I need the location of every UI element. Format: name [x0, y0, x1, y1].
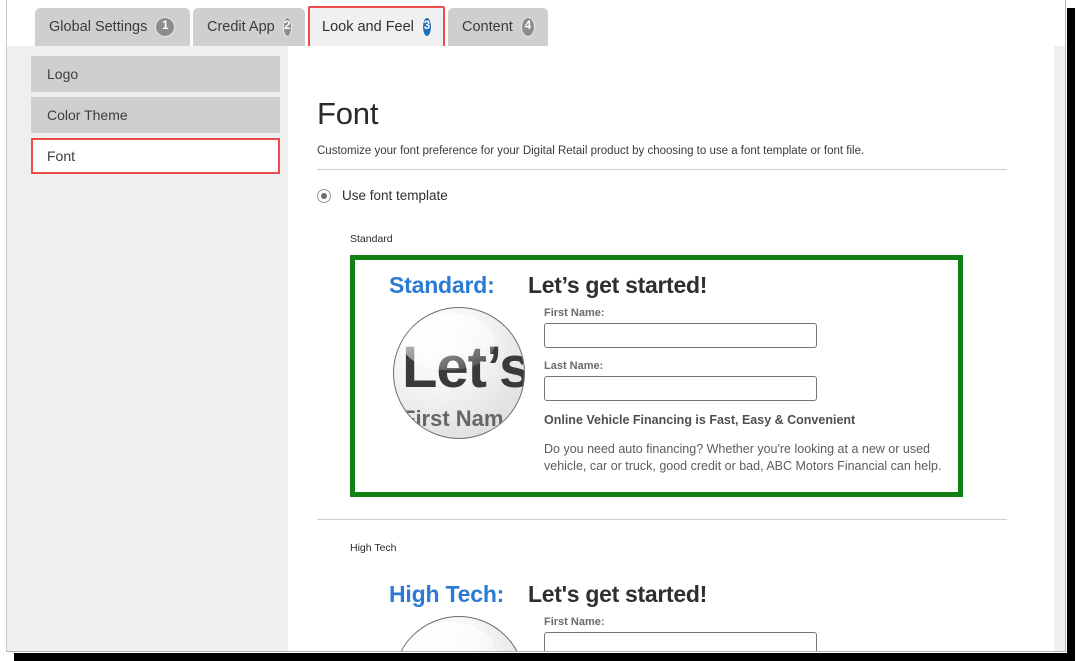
sidebar-item-logo[interactable]: Logo [31, 56, 280, 92]
sidebar: Logo Color Theme Font [31, 56, 280, 179]
page-description: Customize your font preference for your … [317, 145, 865, 157]
preview-loupe-area-2: Let’ [373, 610, 544, 651]
window-shadow-bottom [14, 653, 1067, 661]
window-shadow-right [1067, 8, 1075, 661]
preview-form: First Name: Last Name: Online Vehicle Fi… [544, 301, 942, 476]
preview-head-2: High Tech: Let's get started! [373, 581, 947, 608]
preview-body: Let’s First Nam First Name: Last Name: O… [373, 301, 942, 476]
preview-template-name-2: High Tech: [389, 581, 505, 607]
preview-body-2: Let’ First Name: [373, 610, 947, 651]
magnifier-icon: Let’s First Nam [393, 307, 525, 439]
tab-content-badge: 4 [521, 18, 534, 36]
use-font-template-radio-row[interactable]: Use font template [317, 188, 1007, 203]
title-divider [317, 169, 1007, 170]
tab-look-and-feel-badge: 3 [422, 18, 431, 36]
screenshot-root: Global Settings 1 Credit App 2 Look and … [0, 0, 1079, 661]
tab-content-label: Content [462, 19, 513, 35]
font-template-high-tech-preview[interactable]: High Tech: Let's get started! Let’ First… [350, 564, 963, 651]
preview-template-name: Standard: [389, 272, 495, 298]
preview-headline-2: Let's get started! [528, 581, 707, 607]
first-name-input-2[interactable] [544, 632, 817, 651]
preview-headline: Let’s get started! [528, 272, 708, 298]
content-panel: Font Customize your font preference for … [288, 46, 1054, 651]
page-title: Font [317, 96, 379, 131]
font-template-high-tech-caption: High Tech [350, 542, 397, 554]
sidebar-item-color-theme[interactable]: Color Theme [31, 97, 280, 133]
template-section-divider [317, 519, 1007, 520]
sidebar-item-font-label: Font [47, 148, 76, 164]
tab-global-settings-label: Global Settings [49, 19, 148, 35]
content-inner: Font Customize your font preference for … [317, 96, 1007, 651]
use-font-template-radio[interactable] [317, 188, 331, 203]
preview-loupe-area: Let’s First Nam [373, 301, 544, 476]
tab-global-settings[interactable]: Global Settings 1 [35, 8, 190, 46]
promo-text: Do you need auto financing? Whether you'… [544, 442, 942, 473]
tab-look-and-feel[interactable]: Look and Feel 3 [308, 8, 445, 46]
magnifier-icon-2: Let’ [393, 616, 525, 651]
font-template-standard-preview[interactable]: Standard: Let’s get started! Let’s First… [350, 255, 963, 497]
promo-title: Online Vehicle Financing is Fast, Easy &… [544, 413, 856, 427]
magnifier-big-text: Let’s [402, 335, 525, 400]
last-name-label: Last Name: [544, 360, 604, 372]
tab-credit-app-badge: 2 [283, 18, 291, 36]
tab-bar: Global Settings 1 Credit App 2 Look and … [7, 0, 1065, 48]
tab-credit-app[interactable]: Credit App 2 [193, 8, 305, 46]
first-name-label: First Name: [544, 307, 605, 319]
sidebar-item-color-theme-label: Color Theme [47, 107, 128, 123]
preview-form-2: First Name: [544, 610, 947, 651]
tab-content[interactable]: Content 4 [448, 8, 548, 46]
use-font-template-label: Use font template [342, 188, 448, 203]
font-template-high-tech[interactable]: High Tech High Tech: Let's get started! … [317, 542, 1007, 651]
first-name-label-2: First Name: [544, 616, 605, 628]
tab-credit-app-label: Credit App [207, 19, 275, 35]
magnifier-small-text: First Nam [402, 406, 504, 431]
preview-head: Standard: Let’s get started! [373, 272, 942, 299]
magnifier-big-text-2: Let’ [402, 643, 502, 651]
font-template-standard-caption: Standard [350, 233, 393, 245]
last-name-input[interactable] [544, 376, 817, 401]
sidebar-item-font[interactable]: Font [31, 138, 280, 174]
sidebar-item-logo-label: Logo [47, 66, 79, 82]
tab-global-settings-badge: 1 [156, 18, 175, 36]
first-name-input[interactable] [544, 323, 817, 348]
font-template-standard[interactable]: Standard Standard: Let’s get started! Le… [317, 233, 1007, 497]
tab-look-and-feel-label: Look and Feel [322, 19, 414, 35]
